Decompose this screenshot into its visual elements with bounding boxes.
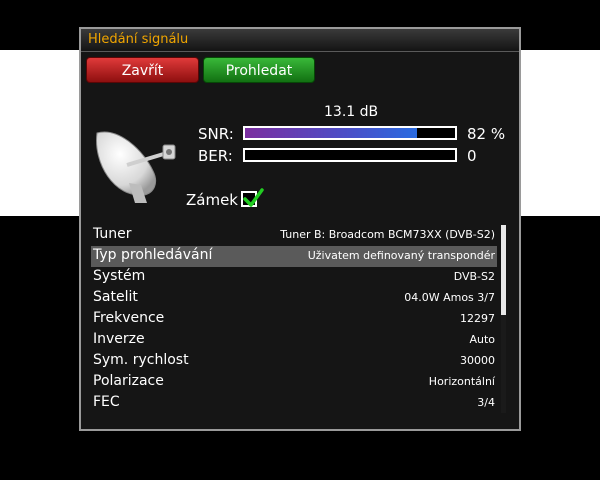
settings-row[interactable]: Sym. rychlost 30000	[91, 351, 497, 372]
setting-key: Typ prohledávání	[93, 247, 213, 263]
snr-label: SNR:	[198, 125, 234, 143]
settings-row[interactable]: Inverze Auto	[91, 330, 497, 351]
ber-value: 0	[467, 147, 477, 165]
signal-search-dialog: Hledání signálu Zavřít Prohledat 13.1 dB…	[79, 27, 521, 431]
signal-level-db: 13.1 dB	[324, 104, 379, 120]
setting-key: Tuner	[93, 226, 132, 242]
setting-key: Frekvence	[93, 310, 165, 326]
scan-button[interactable]: Prohledat	[203, 57, 315, 83]
ber-bar	[243, 148, 457, 162]
check-icon	[243, 188, 264, 207]
setting-key: Inverze	[93, 331, 145, 347]
title-bar: Hledání signálu	[81, 29, 519, 52]
setting-key: Polarizace	[93, 373, 164, 389]
settings-row[interactable]: Satelit 04.0W Amos 3/7	[91, 288, 497, 309]
setting-value: Horizontální	[428, 375, 495, 388]
scrollbar[interactable]	[501, 225, 506, 413]
snr-bar-fill	[245, 128, 418, 138]
satellite-dish-icon	[89, 113, 189, 212]
setting-key: FEC	[93, 394, 120, 410]
snr-bar	[243, 126, 457, 140]
close-button[interactable]: Zavřít	[86, 57, 199, 83]
ber-label: BER:	[198, 147, 233, 165]
lock-checkbox	[241, 188, 264, 207]
settings-row[interactable]: Tuner Tuner B: Broadcom BCM73XX (DVB-S2)	[91, 225, 497, 246]
scrollbar-thumb[interactable]	[501, 225, 506, 315]
settings-row[interactable]: FEC 3/4	[91, 393, 497, 414]
setting-key: Sym. rychlost	[93, 352, 189, 368]
setting-value: 30000	[460, 354, 495, 367]
setting-value: Tuner B: Broadcom BCM73XX (DVB-S2)	[280, 228, 495, 241]
settings-list: Tuner Tuner B: Broadcom BCM73XX (DVB-S2) T…	[91, 225, 497, 414]
setting-value: DVB-S2	[453, 270, 495, 283]
snr-value: 82 %	[467, 125, 506, 143]
settings-row[interactable]: Frekvence 12297	[91, 309, 497, 330]
setting-key: Satelit	[93, 289, 138, 305]
setting-value: 04.0W Amos 3/7	[404, 291, 495, 304]
lock-label: Zámek	[186, 191, 238, 209]
setting-key: Systém	[93, 268, 146, 284]
setting-value: 3/4	[477, 396, 495, 409]
setting-value: Auto	[469, 333, 495, 346]
setting-value: 12297	[460, 312, 495, 325]
settings-row[interactable]: Typ prohledávání Uživatem definovaný tran…	[91, 246, 497, 267]
settings-row[interactable]: Polarizace Horizontální	[91, 372, 497, 393]
setting-value: Uživatem definovaný transpondér	[307, 249, 495, 262]
dialog-title: Hledání signálu	[88, 32, 189, 47]
settings-row[interactable]: Systém DVB-S2	[91, 267, 497, 288]
